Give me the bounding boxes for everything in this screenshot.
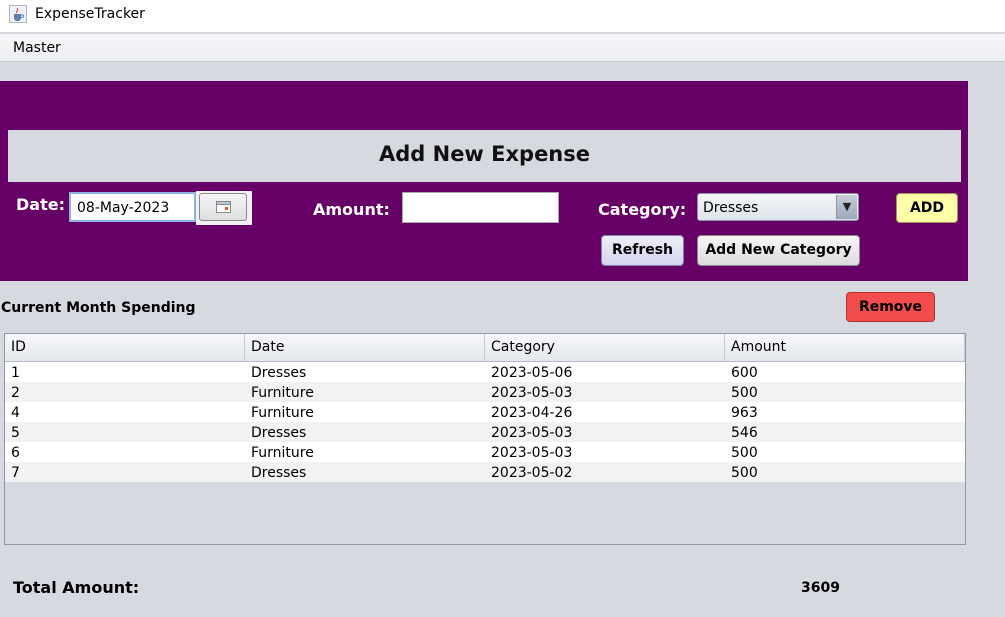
cell-category: 2023-05-02 [491,465,573,481]
cell-amount: 500 [731,445,758,461]
window-title: ExpenseTracker [35,6,145,22]
amount-label: Amount: [313,200,390,219]
refresh-button[interactable]: Refresh [601,235,684,266]
column-header-amount[interactable]: Amount [725,334,965,361]
remove-button[interactable]: Remove [846,292,935,322]
date-picker-button[interactable] [199,193,247,221]
title-bar: ExpenseTracker [0,0,1005,32]
calendar-icon [216,201,231,213]
total-amount-label: Total Amount: [13,578,140,597]
add-expense-header: Add New Expense [8,130,961,182]
cell-date: Furniture [251,405,314,421]
cell-amount: 600 [731,365,758,381]
cell-amount: 500 [731,385,758,401]
cell-category: 2023-05-03 [491,385,573,401]
cell-date: Dresses [251,425,307,441]
category-label: Category: [598,200,687,219]
category-selected-value: Dresses [703,200,759,216]
cell-category: 2023-05-03 [491,425,573,441]
cell-amount: 546 [731,425,758,441]
cell-id: 1 [11,365,20,381]
date-picker-container [196,191,252,225]
cell-amount: 500 [731,465,758,481]
column-header-id[interactable]: ID [5,334,245,361]
cell-id: 4 [11,405,20,421]
cell-category: 2023-05-06 [491,365,573,381]
table-row[interactable]: 2 Furniture 2023-05-03 500 [5,382,965,402]
cell-date: Furniture [251,445,314,461]
menu-master[interactable]: Master [13,40,61,56]
cell-date: Dresses [251,365,307,381]
table-body: 1 Dresses 2023-05-06 600 2 Furniture 202… [5,362,965,482]
cell-id: 2 [11,385,20,401]
expense-table[interactable]: ID Date Category Amount 1 Dresses 2023-0… [4,333,966,545]
triangle-down-icon[interactable]: ▼ [836,195,857,219]
category-select[interactable]: Dresses ▼ [697,193,859,221]
cell-date: Furniture [251,385,314,401]
menu-bar: Master [0,34,1005,62]
total-amount-value: 3609 [801,580,840,596]
cell-category: 2023-04-26 [491,405,573,421]
table-row[interactable]: 7 Dresses 2023-05-02 500 [5,462,965,482]
date-label: Date: [16,195,65,214]
cell-category: 2023-05-03 [491,445,573,461]
cell-id: 6 [11,445,20,461]
current-month-spending-label: Current Month Spending [1,300,196,316]
cell-date: Dresses [251,465,307,481]
cell-amount: 963 [731,405,758,421]
date-field[interactable]: 08-May-2023 [69,192,196,222]
amount-field[interactable] [402,192,559,223]
java-app-icon [9,5,27,23]
add-button[interactable]: ADD [896,193,958,223]
table-row[interactable]: 1 Dresses 2023-05-06 600 [5,362,965,382]
add-expense-title: Add New Expense [378,142,590,166]
cell-id: 7 [11,465,20,481]
table-header: ID Date Category Amount [5,334,965,362]
table-row[interactable]: 5 Dresses 2023-05-03 546 [5,422,965,442]
column-header-date[interactable]: Date [245,334,485,361]
cell-id: 5 [11,425,20,441]
column-header-category[interactable]: Category [485,334,725,361]
add-expense-panel: Add New Expense Date: 08-May-2023 Amount… [0,81,968,281]
add-new-category-button[interactable]: Add New Category [697,235,860,266]
table-row[interactable]: 4 Furniture 2023-04-26 963 [5,402,965,422]
table-row[interactable]: 6 Furniture 2023-05-03 500 [5,442,965,462]
